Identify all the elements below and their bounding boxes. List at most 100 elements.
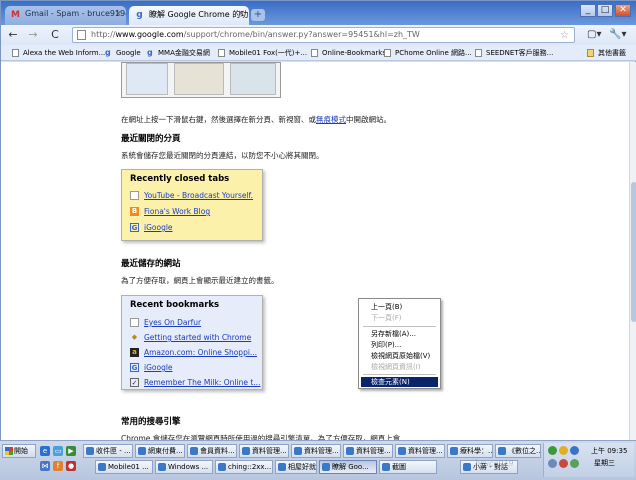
menu-separator bbox=[363, 326, 436, 327]
maximize-button[interactable]: □ bbox=[597, 4, 613, 17]
menu-item-view-source[interactable]: 檢視網頁原始檔(V) bbox=[361, 351, 438, 361]
scrollbar-thumb[interactable] bbox=[631, 182, 636, 322]
app-icon[interactable]: ● bbox=[66, 461, 76, 471]
heading-recent-tabs: 最近關閉的分頁 bbox=[121, 134, 181, 144]
bookmark-label: Alexa the Web Inform... bbox=[23, 49, 106, 57]
star-icon[interactable]: ☆ bbox=[560, 29, 569, 42]
chrome-icon bbox=[322, 463, 330, 471]
list-item[interactable]: GiGoogle bbox=[130, 362, 173, 373]
taskbar-button[interactable]: 資料管理... bbox=[343, 444, 393, 458]
desktop-icon[interactable]: ▭ bbox=[53, 446, 63, 456]
bookmark-label: MMA金融交易網 bbox=[158, 49, 210, 57]
thumbnail bbox=[230, 63, 276, 95]
vertical-scrollbar[interactable] bbox=[629, 62, 636, 441]
taskbar-label: 《數位之... bbox=[508, 447, 541, 455]
bookmark-item[interactable]: Alexa the Web Inform... bbox=[12, 47, 105, 59]
network-icon[interactable]: ⋈ bbox=[40, 461, 50, 471]
bookmark-item[interactable]: Online-Bookmarks bbox=[311, 47, 386, 59]
bookmark-label: Mobile01 Fox(一代)+... bbox=[229, 49, 308, 57]
taskbar-button[interactable]: ching::2xx... bbox=[215, 460, 273, 474]
list-item[interactable]: ✓ Remember The Milk: Online t... bbox=[130, 377, 260, 388]
close-icon[interactable]: × bbox=[237, 9, 245, 19]
tools-menu-button[interactable]: 🔧▾ bbox=[609, 27, 626, 43]
bookmark-item[interactable]: g MMA金融交易網 bbox=[147, 47, 210, 59]
app-icon bbox=[450, 447, 458, 455]
list-item[interactable]: GiGoogle bbox=[130, 222, 173, 233]
app-icon bbox=[382, 463, 390, 471]
page-menu-button[interactable]: ▢▾ bbox=[587, 27, 601, 43]
tab-chrome-help[interactable]: g 瞭解 Google Chrome 的功... × bbox=[129, 6, 249, 25]
messenger-icon[interactable] bbox=[570, 446, 579, 455]
amazon-icon: a bbox=[130, 348, 139, 357]
list-item[interactable]: Eyes On Darfur bbox=[130, 317, 201, 328]
taskbar-button[interactable]: 會員資料... bbox=[187, 444, 237, 458]
taskbar-label: 會員資料... bbox=[200, 447, 235, 455]
bookmark-item[interactable]: SEEDNET客戶服務... bbox=[475, 47, 553, 59]
list-item[interactable]: B Fiona's Work Blog bbox=[130, 206, 210, 217]
firefox-icon[interactable]: f bbox=[53, 461, 63, 471]
taskbar-button[interactable]: Mobile01 ... bbox=[95, 460, 153, 474]
page-icon bbox=[130, 191, 139, 200]
menu-item-back[interactable]: 上一頁(B) bbox=[361, 302, 438, 312]
close-icon[interactable]: × bbox=[114, 9, 122, 19]
list-item[interactable]: a Amazon.com: Online Shoppi... bbox=[130, 347, 257, 358]
taskbar-button[interactable]: 截圖 bbox=[379, 460, 437, 474]
incognito-link[interactable]: 無痕模式 bbox=[316, 115, 346, 124]
app-icon[interactable] bbox=[570, 459, 579, 468]
recent-bookmarks-box: Recent bookmarks Eyes On Darfur ◆ Getting… bbox=[121, 295, 263, 390]
bird-icon: ◆ bbox=[131, 333, 138, 341]
taskbar-button[interactable]: 收件匣 - ... bbox=[83, 444, 133, 458]
taskbar-button[interactable]: 資料管理... bbox=[395, 444, 445, 458]
link-text: YouTube - Broadcast Yourself. bbox=[144, 191, 254, 200]
taskbar-button[interactable]: 療科學：... bbox=[447, 444, 493, 458]
folder-icon bbox=[587, 49, 594, 57]
app-icon bbox=[242, 447, 250, 455]
menu-item-inspect-element[interactable]: 檢查元素(N) bbox=[361, 377, 438, 387]
bookmark-item[interactable]: g Google bbox=[105, 47, 141, 59]
link-text: Fiona's Work Blog bbox=[144, 207, 211, 216]
paragraph: 為了方便存取，網頁上會顯示最近建立的書籤。 bbox=[121, 276, 279, 285]
menu-item-page-info[interactable]: 檢視網頁資訊(I) bbox=[361, 362, 438, 372]
other-bookmarks[interactable]: 其他書籤 bbox=[587, 47, 626, 59]
bookmark-item[interactable]: PChome Online 網路... bbox=[384, 47, 472, 59]
network-icon[interactable] bbox=[548, 446, 557, 455]
back-button[interactable]: ← bbox=[5, 27, 21, 43]
menu-item-print[interactable]: 列印(P)... bbox=[361, 340, 438, 350]
forward-button[interactable]: → bbox=[25, 27, 41, 43]
recently-closed-tabs-box: Recently closed tabs YouTube - Broadcast… bbox=[121, 169, 263, 241]
volume-icon[interactable] bbox=[548, 459, 557, 468]
list-item[interactable]: ◆ Getting started with Chrome bbox=[130, 332, 251, 343]
bookmark-item[interactable]: Mobile01 Fox(一代)+... bbox=[218, 47, 307, 59]
menu-item-forward[interactable]: 下一頁(F) bbox=[361, 313, 438, 323]
app-icon[interactable] bbox=[559, 459, 568, 468]
igoogle-icon: G bbox=[130, 223, 139, 232]
taskbar-label: Windows ... bbox=[168, 463, 209, 471]
minimize-button[interactable]: _ bbox=[580, 4, 596, 17]
start-button[interactable]: 開始 bbox=[2, 444, 36, 458]
app-icon bbox=[498, 447, 506, 455]
taskbar-button[interactable]: 網東付費... bbox=[135, 444, 185, 458]
bookmark-label: PChome Online 網路... bbox=[395, 49, 472, 57]
taskbar-button[interactable]: 資料管理... bbox=[291, 444, 341, 458]
new-tab-button[interactable]: + bbox=[251, 9, 265, 21]
security-icon[interactable] bbox=[559, 446, 568, 455]
taskbar-button[interactable]: 相屋好就... bbox=[275, 460, 317, 474]
taskbar-button[interactable]: Windows ... bbox=[155, 460, 213, 474]
taskbar: 開始 e ▭ ▶ ⋈ f ● 收件匣 - ... 網東付費... 會員資料...… bbox=[0, 440, 636, 480]
taskbar-button[interactable]: 資料管理... bbox=[239, 444, 289, 458]
ie-icon[interactable]: e bbox=[40, 446, 50, 456]
taskbar-label: 資料管理... bbox=[408, 447, 443, 455]
media-icon[interactable]: ▶ bbox=[66, 446, 76, 456]
address-bar[interactable]: http://www.google.com/support/chrome/bin… bbox=[72, 27, 575, 43]
box-title: Recently closed tabs bbox=[130, 174, 230, 184]
reload-button[interactable]: C bbox=[47, 27, 63, 43]
taskbar-button[interactable]: 《數位之... bbox=[495, 444, 541, 458]
gmail-icon: M bbox=[11, 10, 20, 20]
taskbar-label: 網東付費... bbox=[148, 447, 183, 455]
toolbar: ← → C http://www.google.com/support/chro… bbox=[1, 25, 636, 45]
tab-gmail[interactable]: M Gmail - Spam - bruce919@g × bbox=[5, 6, 126, 25]
menu-item-save-as[interactable]: 另存新檔(A)... bbox=[361, 329, 438, 339]
list-item[interactable]: YouTube - Broadcast Yourself. bbox=[130, 190, 253, 201]
taskbar-button-active[interactable]: 瞭解 Goo... bbox=[319, 460, 377, 474]
close-window-button[interactable]: ✕ bbox=[615, 4, 631, 17]
